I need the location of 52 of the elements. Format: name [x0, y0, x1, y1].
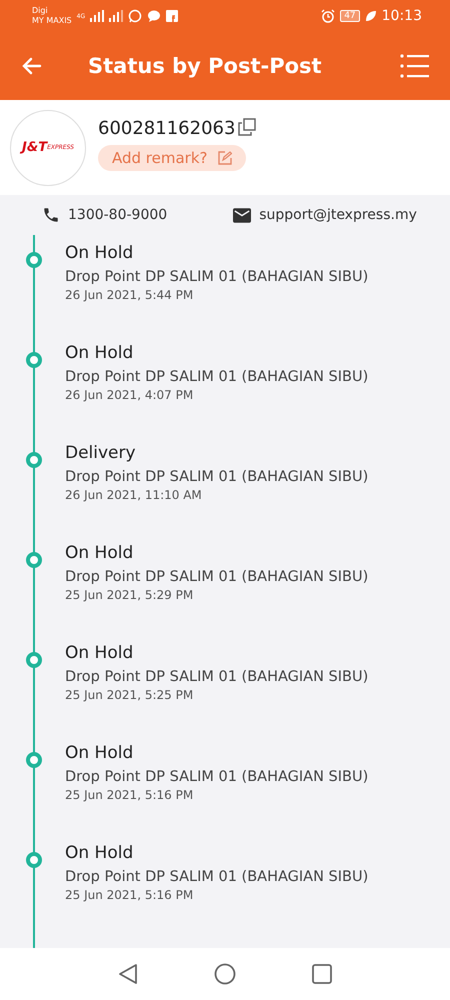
event-time: 25 Jun 2021, 5:16 PM — [65, 788, 194, 802]
signal-icon — [109, 10, 124, 22]
event-location: Drop Point DP SALIM 01 (BAHAGIAN SIBU) — [65, 469, 368, 485]
email-address[interactable]: support@jtexpress.my — [259, 207, 417, 223]
event-status: On Hold — [65, 342, 134, 364]
event-time: 26 Jun 2021, 4:07 PM — [65, 388, 194, 402]
event-location: Drop Point DP SALIM 01 (BAHAGIAN SIBU) — [65, 369, 368, 385]
timeline-dot — [26, 852, 42, 868]
timeline-dot — [26, 452, 42, 468]
timeline-dot — [26, 552, 42, 568]
tracking-number: 600281162063 — [98, 118, 236, 139]
timeline-dot — [26, 752, 42, 768]
event-location: Drop Point DP SALIM 01 (BAHAGIAN SIBU) — [65, 669, 368, 685]
event-location: Drop Point DP SALIM 01 (BAHAGIAN SIBU) — [65, 769, 368, 785]
alarm-icon — [321, 9, 336, 23]
event-time: 25 Jun 2021, 5:16 PM — [65, 888, 194, 902]
copy-icon[interactable] — [238, 118, 256, 136]
event-status: On Hold — [65, 242, 134, 264]
battery-level: 47 — [340, 10, 360, 22]
event-time: 25 Jun 2021, 5:29 PM — [65, 588, 194, 602]
event-time: 26 Jun 2021, 5:44 PM — [65, 288, 194, 302]
menu-icon — [400, 53, 430, 79]
event-status: On Hold — [65, 542, 134, 564]
recents-nav-icon[interactable] — [312, 964, 332, 984]
menu-button[interactable] — [400, 53, 430, 79]
event-location: Drop Point DP SALIM 01 (BAHAGIAN SIBU) — [65, 569, 368, 585]
phone-icon — [42, 206, 60, 224]
event-status: On Hold — [65, 842, 134, 864]
app-icon — [166, 10, 178, 22]
carrier-name: Digi — [32, 7, 49, 15]
event-status: On Hold — [65, 742, 134, 764]
phone-number[interactable]: 1300-80-9000 — [68, 207, 168, 223]
event-time: 25 Jun 2021, 5:25 PM — [65, 688, 194, 702]
clock-time: 10:13 — [382, 8, 422, 24]
event-status: Delivery — [65, 442, 137, 464]
message-icon — [147, 9, 162, 23]
event-location: Drop Point DP SALIM 01 (BAHAGIAN SIBU) — [65, 269, 368, 285]
event-time: 26 Jun 2021, 11:10 AM — [65, 488, 203, 502]
home-nav-icon[interactable] — [214, 963, 236, 985]
timeline-dot — [26, 252, 42, 268]
timeline-dot — [26, 652, 42, 668]
timeline-dot — [26, 352, 42, 368]
leaf-icon — [364, 10, 377, 22]
edit-icon — [218, 151, 232, 165]
chat-icon — [128, 9, 142, 23]
signal-icon — [90, 10, 104, 22]
email-icon — [233, 208, 252, 222]
back-nav-icon[interactable] — [118, 963, 138, 985]
event-location: Drop Point DP SALIM 01 (BAHAGIAN SIBU) — [65, 869, 368, 885]
page-title: Status by Post-Post — [88, 54, 323, 78]
carrier-name: MY MAXIS — [32, 17, 72, 25]
event-status: On Hold — [65, 642, 134, 664]
